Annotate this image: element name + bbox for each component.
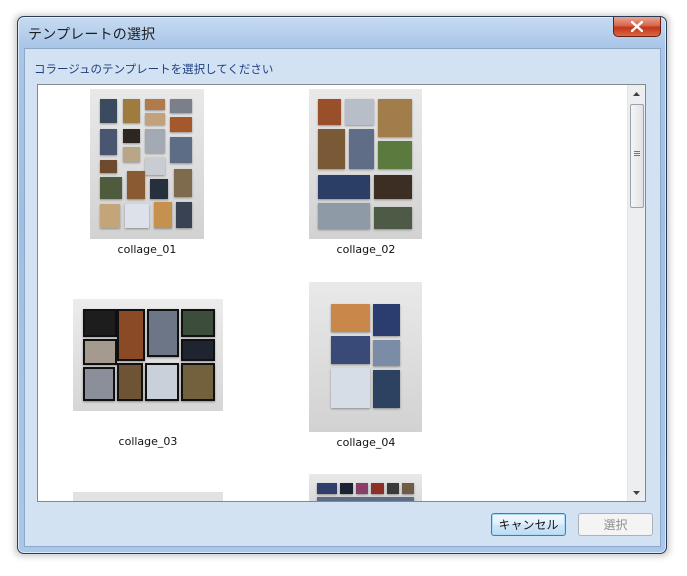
template-thumbnail [73,492,223,501]
template-name: collage_01 [117,243,177,256]
template-name: collage_03 [118,435,178,448]
template-thumbnail [309,282,422,432]
scroll-thumb[interactable] [630,104,644,208]
arrow-up-icon [633,91,640,96]
template-thumbnail [309,474,422,501]
close-button[interactable] [613,17,661,37]
template-thumbnail [309,89,422,239]
arrow-down-icon [633,490,640,495]
template-item[interactable]: collage_01 [90,89,206,259]
template-list[interactable]: collage_01 collage_02 collage_03 collage… [37,84,646,502]
instruction-text: コラージュのテンプレートを選択してください [34,62,274,76]
template-name: collage_02 [336,243,396,256]
template-item[interactable]: collage_02 [309,89,425,259]
scroll-up-button[interactable] [628,85,645,102]
dialog-window: テンプレートの選択 コラージュのテンプレートを選択してください collage_… [17,16,667,554]
template-thumbnail [90,89,204,239]
vertical-scrollbar[interactable] [627,85,645,501]
window-title: テンプレートの選択 [28,27,156,43]
cancel-button[interactable]: キャンセル [491,513,566,536]
close-icon [631,21,643,32]
scroll-down-button[interactable] [628,484,645,501]
select-button[interactable]: 選択 [578,513,653,536]
template-name: collage_04 [336,436,396,449]
template-item[interactable] [73,492,223,501]
template-thumbnail [73,299,223,411]
dialog-client-area: コラージュのテンプレートを選択してください collage_01 collage… [24,48,661,547]
template-item[interactable] [309,474,422,501]
template-item[interactable]: collage_04 [309,282,425,452]
template-item[interactable]: collage_03 [73,299,225,449]
